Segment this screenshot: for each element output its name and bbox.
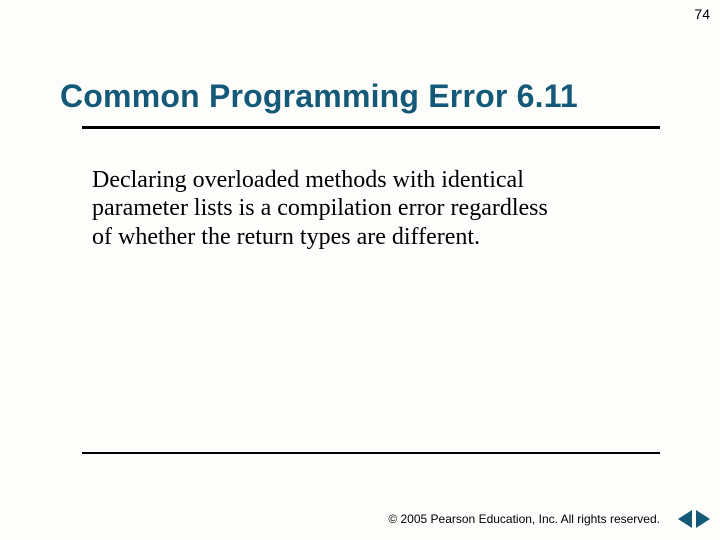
slide-title: Common Programming Error 6.11 bbox=[60, 78, 578, 115]
slide-nav bbox=[678, 510, 710, 528]
next-slide-icon[interactable] bbox=[696, 510, 710, 528]
prev-slide-icon[interactable] bbox=[678, 510, 692, 528]
body-text: Declaring overloaded methods with identi… bbox=[92, 166, 562, 251]
page-number: 74 bbox=[694, 6, 710, 22]
divider-top bbox=[82, 126, 660, 129]
copyright-footer: © 2005 Pearson Education, Inc. All right… bbox=[388, 512, 660, 526]
divider-bottom bbox=[82, 452, 660, 454]
